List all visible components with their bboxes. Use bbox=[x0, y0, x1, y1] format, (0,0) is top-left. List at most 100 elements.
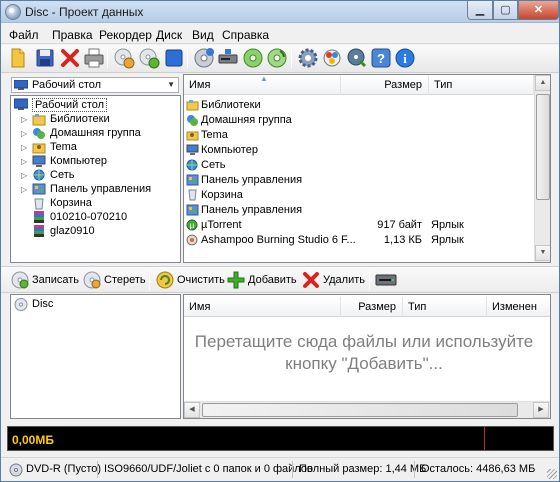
scroll-left-icon[interactable]: ◀ bbox=[184, 402, 200, 418]
menu-bar: Файл Правка Рекордер Диск Вид Справка bbox=[1, 25, 559, 44]
chevron-down-icon[interactable]: ▼ bbox=[167, 80, 175, 89]
close-icon bbox=[303, 272, 319, 288]
menu-edit[interactable]: Правка bbox=[52, 28, 93, 42]
info-icon[interactable]: i bbox=[394, 47, 416, 69]
file-type: Ярлык bbox=[431, 234, 464, 246]
column-header-size[interactable]: Размер bbox=[341, 297, 403, 317]
menu-disc[interactable]: Диск bbox=[156, 28, 182, 42]
list-item[interactable]: Домашняя группа bbox=[184, 113, 544, 128]
drive-icon[interactable] bbox=[217, 47, 239, 69]
window-title: Disc - Проект данных bbox=[25, 5, 144, 19]
column-header-type[interactable]: Тип bbox=[429, 75, 534, 95]
recycle-bin-icon bbox=[34, 198, 44, 210]
scroll-up-icon[interactable]: ▲ bbox=[535, 75, 550, 91]
tree-item-label: Tema bbox=[50, 141, 77, 153]
folder-tree-pane: Рабочий стол ▷ Библиотеки ▷ Домашняя гру… bbox=[10, 95, 181, 263]
network-icon bbox=[186, 159, 198, 171]
close-window-button[interactable]: ✕ bbox=[518, 1, 559, 20]
list-item[interactable]: Tema bbox=[184, 128, 544, 143]
file-name: Панель управления bbox=[201, 204, 303, 216]
expand-arrow-icon[interactable]: ▷ bbox=[21, 115, 27, 124]
computer-icon bbox=[32, 155, 46, 167]
tree-item-label: Корзина bbox=[50, 197, 92, 209]
toolbar-separator bbox=[187, 49, 188, 68]
source-location-value: Рабочий стол bbox=[32, 79, 102, 91]
source-location-select[interactable]: Рабочий стол ▼ bbox=[11, 77, 179, 93]
menu-file[interactable]: Файл bbox=[9, 28, 39, 42]
project-list-hscrollbar[interactable]: ◀ ▶ bbox=[184, 401, 550, 418]
gear-icon[interactable] bbox=[297, 47, 319, 69]
file-size: 1,13 КБ bbox=[383, 234, 422, 246]
expand-arrow-icon[interactable]: ▷ bbox=[21, 129, 27, 138]
file-list-body: Библиотеки Домашняя группа Tema Компьюте… bbox=[184, 97, 534, 247]
filesystem-status: ISO9660/UDF/Joliet с 0 папок и 0 файлов bbox=[104, 463, 313, 475]
svg-text:i: i bbox=[403, 51, 407, 66]
erase-disc-icon bbox=[83, 271, 101, 289]
disc-open-icon[interactable] bbox=[193, 47, 215, 69]
expand-arrow-icon[interactable]: ▷ bbox=[21, 171, 27, 180]
scroll-down-icon[interactable]: ▼ bbox=[535, 245, 550, 261]
print-icon[interactable] bbox=[83, 47, 105, 69]
libraries-icon bbox=[32, 114, 46, 126]
libraries-icon bbox=[186, 100, 199, 111]
tree-item-label: 010210-070210 bbox=[50, 211, 128, 223]
color-palette-icon[interactable] bbox=[321, 47, 343, 69]
new-project-icon[interactable] bbox=[7, 47, 29, 69]
blue-square-icon[interactable] bbox=[163, 47, 185, 69]
expand-arrow-icon[interactable]: ▷ bbox=[21, 143, 27, 152]
column-header-modified[interactable]: Изменен bbox=[487, 297, 550, 317]
expand-arrow-icon[interactable]: ▷ bbox=[21, 157, 27, 166]
drive-icon[interactable] bbox=[375, 272, 397, 288]
remove-button-label: Удалить bbox=[323, 274, 365, 286]
homegroup-icon bbox=[187, 115, 198, 126]
user-folder-icon bbox=[32, 143, 46, 154]
utorrent-icon: µ bbox=[186, 219, 198, 231]
list-item[interactable]: Ashampoo Burning Studio 6 F... 1,13 КБ Я… bbox=[184, 233, 544, 248]
list-item[interactable]: Компьютер bbox=[184, 143, 544, 158]
minimize-button[interactable]: ▁ bbox=[467, 1, 493, 20]
burn-button-label: Записать bbox=[32, 274, 80, 286]
list-item[interactable]: Сеть bbox=[184, 158, 544, 173]
list-item[interactable]: Панель управления bbox=[184, 203, 544, 218]
disc-info-icon[interactable] bbox=[138, 47, 160, 69]
status-separator bbox=[292, 461, 293, 478]
save-icon[interactable] bbox=[34, 47, 56, 69]
file-name: Tema bbox=[201, 129, 228, 141]
column-label: Тип bbox=[434, 79, 453, 91]
disc-search-icon[interactable] bbox=[346, 47, 368, 69]
list-item[interactable]: Панель управления bbox=[184, 173, 544, 188]
scroll-right-icon[interactable]: ▶ bbox=[533, 402, 549, 418]
list-item[interactable]: µ µTorrent 917 байт Ярлык bbox=[184, 218, 544, 233]
delete-icon[interactable] bbox=[59, 47, 81, 69]
clear-icon bbox=[156, 271, 174, 289]
scrollbar-thumb[interactable] bbox=[202, 403, 518, 417]
menu-help[interactable]: Справка bbox=[222, 28, 269, 42]
erase-disc-icon[interactable] bbox=[113, 47, 135, 69]
computer-icon bbox=[186, 144, 199, 155]
column-header-name[interactable]: Имя bbox=[184, 297, 341, 317]
maximize-button[interactable]: ▢ bbox=[493, 1, 518, 20]
disc-copy-icon[interactable] bbox=[242, 47, 264, 69]
control-panel-icon bbox=[32, 183, 46, 195]
menu-recorder[interactable]: Рекордер bbox=[99, 28, 152, 42]
capacity-used-value: 0,00МБ bbox=[12, 433, 54, 447]
file-name: Библиотеки bbox=[201, 99, 261, 111]
scrollbar-thumb[interactable] bbox=[536, 94, 550, 200]
column-header-size[interactable]: Размер bbox=[341, 75, 429, 95]
archive-icon bbox=[34, 225, 44, 237]
list-item[interactable]: Библиотеки bbox=[184, 98, 544, 113]
help-icon[interactable]: ? bbox=[370, 47, 392, 69]
file-list-scrollbar[interactable]: ▲ ▼ bbox=[534, 75, 550, 262]
empty-message-line: Перетащите сюда файлы или используйте bbox=[194, 332, 534, 351]
expand-arrow-icon[interactable]: ▷ bbox=[21, 185, 27, 194]
file-name: Сеть bbox=[201, 159, 226, 171]
empty-drop-message: Перетащите сюда файлы или используйте кн… bbox=[184, 331, 544, 375]
disc-refresh-icon[interactable] bbox=[266, 47, 288, 69]
list-item[interactable]: Корзина bbox=[184, 188, 544, 203]
column-header-type[interactable]: Тип bbox=[403, 297, 487, 317]
project-list-header: Имя Размер Тип Изменен bbox=[184, 297, 550, 317]
disc-icon bbox=[9, 463, 23, 477]
project-tree-pane: Disc bbox=[10, 294, 181, 419]
menu-view[interactable]: Вид bbox=[192, 28, 214, 42]
resize-grip-icon[interactable] bbox=[547, 469, 557, 479]
